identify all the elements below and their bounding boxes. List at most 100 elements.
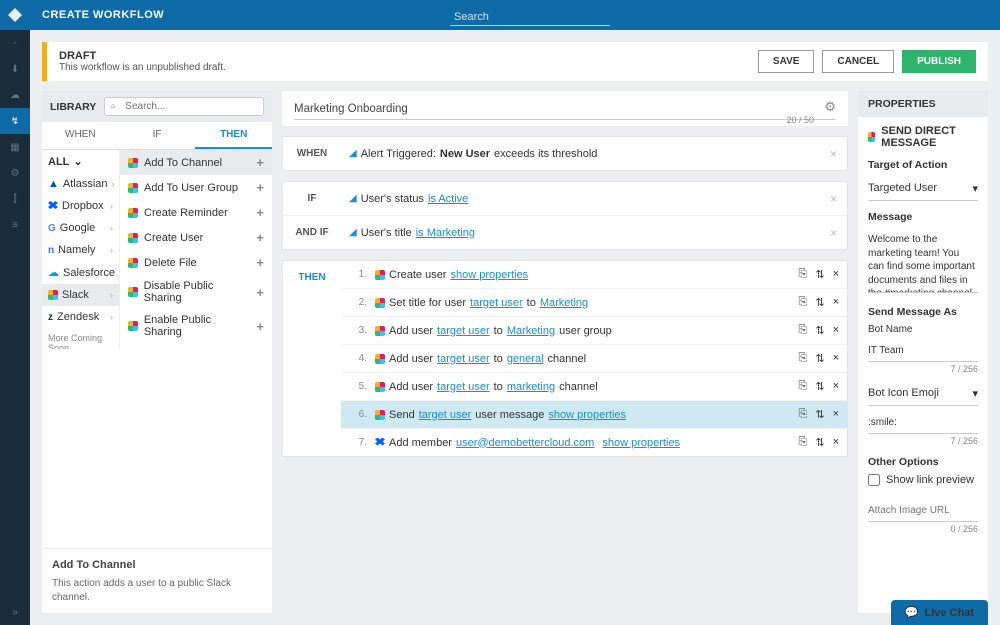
workflow-step[interactable]: 7.Add member user@demobettercloud.com sh… — [341, 429, 847, 456]
nav-item-1[interactable]: ◦ — [0, 30, 30, 56]
duplicate-step-icon[interactable]: ⎘ — [799, 296, 808, 309]
add-action-icon[interactable]: + — [256, 230, 264, 245]
attach-image-input[interactable] — [868, 500, 978, 522]
app-filter-all[interactable]: ALL⌄ — [42, 150, 119, 173]
app-item-namely[interactable]: nNamely› — [42, 239, 119, 261]
nav-item-2[interactable]: ⬇ — [0, 56, 30, 82]
action-item[interactable]: Create Reminder+ — [120, 200, 272, 225]
reorder-step-icon[interactable]: ⇅ — [815, 380, 824, 393]
duplicate-step-icon[interactable]: ⎘ — [799, 324, 808, 337]
save-button[interactable]: SAVE — [758, 50, 815, 73]
action-item[interactable]: Enable Public Sharing+ — [120, 309, 272, 343]
step-link[interactable]: Marketing — [540, 297, 588, 309]
app-item-atlassian[interactable]: ▲Atlassian› — [42, 173, 119, 195]
reorder-step-icon[interactable]: ⇅ — [815, 324, 824, 337]
workflow-step[interactable]: 6.Send target user user message show pro… — [341, 401, 847, 429]
step-link[interactable]: target user — [470, 297, 523, 309]
step-link[interactable]: general — [507, 353, 544, 365]
workflow-step[interactable]: 5.Add user target user to marketing chan… — [341, 373, 847, 401]
nav-item-7[interactable]: ⫿ — [0, 186, 30, 212]
duplicate-step-icon[interactable]: ⎘ — [799, 268, 808, 281]
action-item[interactable]: Disable Public Sharing+ — [120, 275, 272, 309]
condition-link[interactable]: is Active — [428, 193, 468, 205]
app-item-zendesk[interactable]: zZendesk› — [42, 306, 119, 328]
remove-step-icon[interactable]: × — [833, 408, 839, 421]
top-bar: CREATE WORKFLOW Users▾ ⌕ — [30, 0, 1000, 30]
action-item[interactable]: Add To User Group+ — [120, 175, 272, 200]
bot-name-input[interactable] — [868, 340, 978, 362]
add-action-icon[interactable]: + — [256, 205, 264, 220]
app-item-salesforce[interactable]: ☁Salesforce› — [42, 261, 119, 284]
remove-step-icon[interactable]: × — [833, 296, 839, 309]
remove-step-icon[interactable]: × — [833, 268, 839, 281]
step-link[interactable]: show properties — [450, 269, 528, 281]
workflow-step[interactable]: 1.Create user show properties⎘⇅× — [341, 261, 847, 289]
app-list: ALL⌄ ▲Atlassian›Dropbox›GGoogle›nNamely›… — [42, 150, 120, 349]
reorder-step-icon[interactable]: ⇅ — [815, 268, 824, 281]
reorder-step-icon[interactable]: ⇅ — [815, 352, 824, 365]
step-link[interactable]: marketing — [507, 381, 555, 393]
add-action-icon[interactable]: + — [256, 255, 264, 270]
remove-step-icon[interactable]: × — [833, 352, 839, 365]
live-chat-button[interactable]: 💬Live Chat — [891, 600, 988, 625]
step-link[interactable]: target user — [437, 353, 490, 365]
nav-item-workflows[interactable]: ↯ — [0, 108, 30, 134]
bot-icon-emoji-select[interactable]: Bot Icon Emoji▾ — [868, 382, 978, 406]
workflow-step[interactable]: 4.Add user target user to general channe… — [341, 345, 847, 373]
workflow-step[interactable]: 2.Set title for user target user to Mark… — [341, 289, 847, 317]
remove-when-icon[interactable]: × — [820, 147, 847, 161]
target-select[interactable]: Targeted User▾ — [868, 177, 978, 201]
nav-item-3[interactable]: ☁ — [0, 82, 30, 108]
action-item[interactable]: Create User+ — [120, 225, 272, 250]
tab-if[interactable]: IF — [119, 122, 196, 149]
step-link[interactable]: show properties — [602, 437, 680, 449]
step-link[interactable]: target user — [437, 381, 490, 393]
reorder-step-icon[interactable]: ⇅ — [815, 408, 824, 421]
gear-icon[interactable]: ⚙ — [824, 99, 836, 115]
app-item-google[interactable]: GGoogle› — [42, 217, 119, 239]
add-action-icon[interactable]: + — [256, 319, 264, 334]
duplicate-step-icon[interactable]: ⎘ — [799, 408, 808, 421]
nav-item-6[interactable]: ⚙ — [0, 160, 30, 186]
action-item[interactable]: Delete File+ — [120, 250, 272, 275]
step-link[interactable]: target user — [437, 325, 490, 337]
remove-step-icon[interactable]: × — [833, 436, 839, 449]
expand-rail-icon[interactable]: » — [12, 599, 18, 625]
publish-button[interactable]: PUBLISH — [902, 50, 976, 73]
remove-step-icon[interactable]: × — [833, 380, 839, 393]
global-search-input[interactable] — [450, 9, 610, 26]
condition-link[interactable]: is Marketing — [416, 227, 475, 239]
nav-item-8[interactable]: ≡ — [0, 212, 30, 238]
reorder-step-icon[interactable]: ⇅ — [815, 296, 824, 309]
app-logo[interactable] — [0, 0, 30, 30]
library-search-input[interactable] — [104, 97, 264, 116]
dropbox-icon — [375, 438, 385, 448]
tab-when[interactable]: WHEN — [42, 122, 119, 149]
remove-step-icon[interactable]: × — [833, 324, 839, 337]
message-textarea[interactable] — [868, 229, 978, 293]
step-link[interactable]: target user — [419, 409, 472, 421]
duplicate-step-icon[interactable]: ⎘ — [799, 352, 808, 365]
tab-then[interactable]: THEN — [195, 122, 272, 149]
nav-item-5[interactable]: ▦ — [0, 134, 30, 160]
step-link[interactable]: show properties — [548, 409, 626, 421]
cancel-button[interactable]: CANCEL — [822, 50, 894, 73]
workflow-step[interactable]: 3.Add user target user to Marketing user… — [341, 317, 847, 345]
add-action-icon[interactable]: + — [256, 285, 264, 300]
slack-icon — [375, 298, 385, 308]
emoji-input[interactable] — [868, 412, 978, 434]
add-action-icon[interactable]: + — [256, 180, 264, 195]
remove-condition-icon[interactable]: × — [820, 226, 847, 240]
step-link[interactable]: user@demobettercloud.com — [456, 437, 594, 449]
duplicate-step-icon[interactable]: ⎘ — [799, 380, 808, 393]
workflow-name-input[interactable] — [294, 101, 836, 120]
duplicate-step-icon[interactable]: ⎘ — [799, 436, 808, 449]
action-item[interactable]: Add To Channel+ — [120, 150, 272, 175]
remove-condition-icon[interactable]: × — [820, 192, 847, 206]
link-preview-checkbox[interactable]: Show link preview — [868, 474, 978, 486]
app-item-dropbox[interactable]: Dropbox› — [42, 195, 119, 217]
add-action-icon[interactable]: + — [256, 155, 264, 170]
step-link[interactable]: Marketing — [507, 325, 555, 337]
reorder-step-icon[interactable]: ⇅ — [815, 436, 824, 449]
app-item-slack[interactable]: Slack› — [42, 284, 119, 306]
